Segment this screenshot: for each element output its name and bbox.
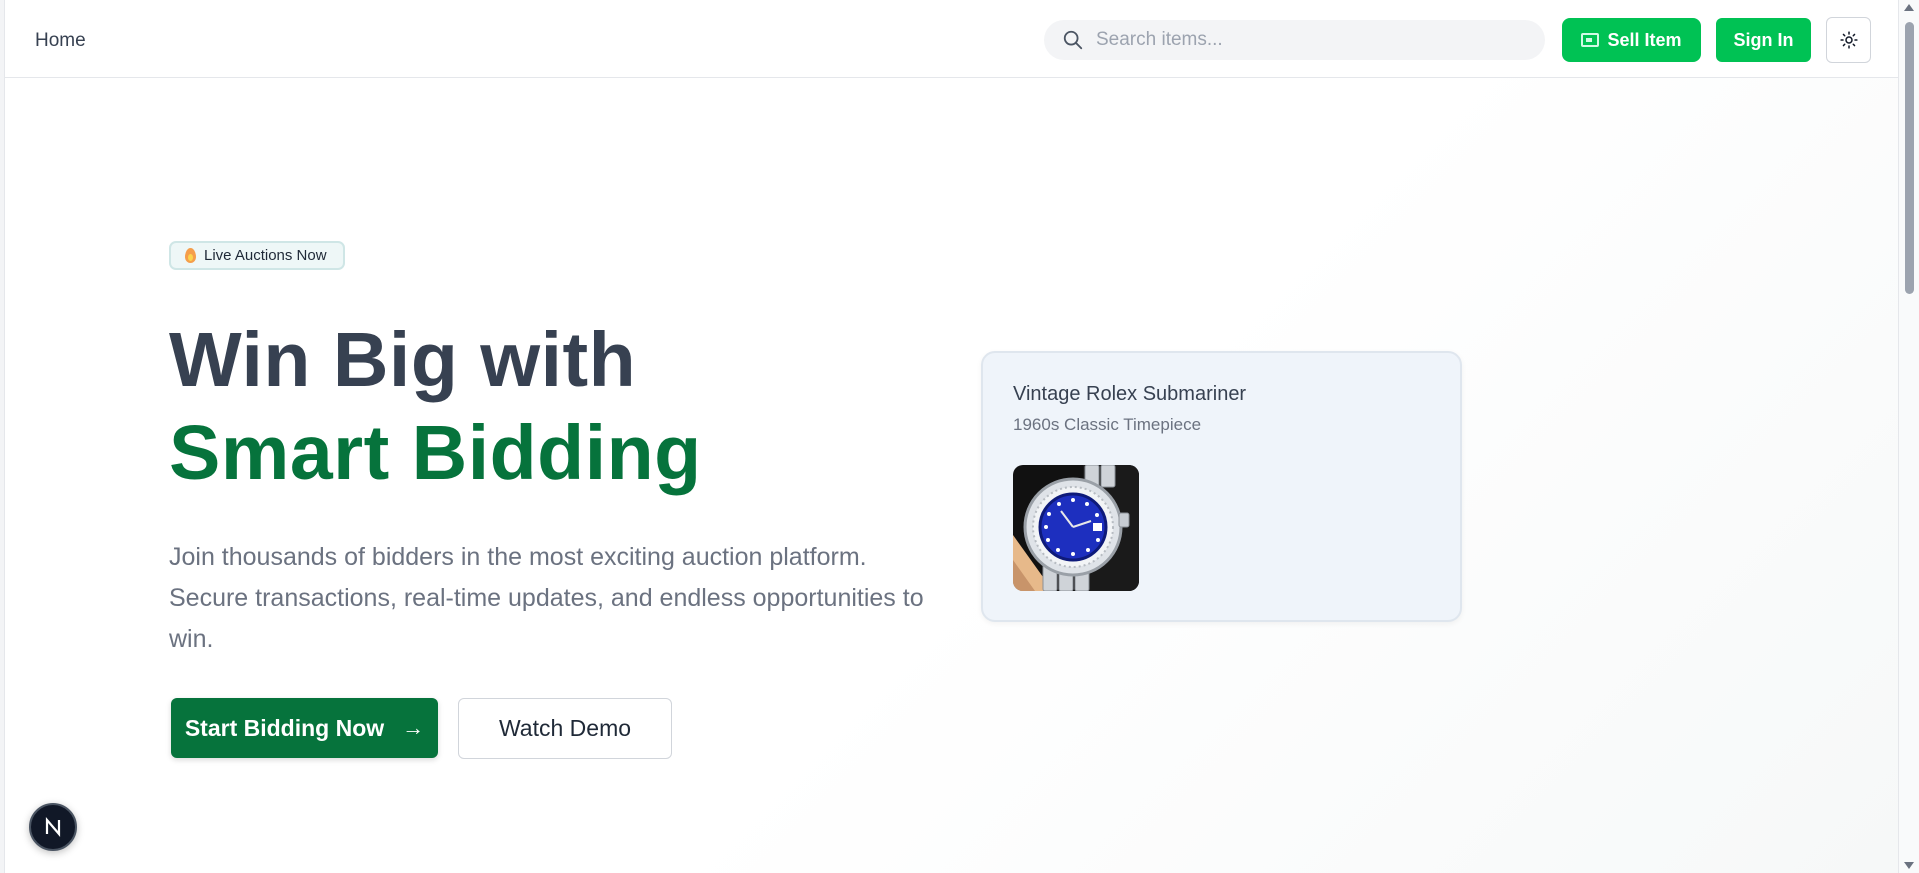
- card-title: Vintage Rolex Submariner: [1013, 383, 1247, 405]
- watch-image: [1013, 465, 1139, 591]
- live-auctions-badge: Live Auctions Now: [169, 241, 345, 270]
- scroll-down-arrow[interactable]: [1904, 862, 1914, 869]
- nav-home-link[interactable]: Home: [35, 30, 86, 52]
- window-edge: [0, 0, 5, 873]
- next-dev-badge[interactable]: [29, 803, 77, 851]
- vertical-scrollbar[interactable]: [1898, 0, 1919, 873]
- scroll-thumb[interactable]: [1905, 22, 1914, 294]
- start-bidding-label: Start Bidding Now: [184, 714, 385, 741]
- hero-headline-line1: Win Big with: [169, 317, 637, 403]
- sign-in-button[interactable]: Sign In: [1716, 18, 1811, 62]
- sell-icon: [1581, 33, 1600, 47]
- arrow-right-icon: →: [402, 715, 425, 740]
- search-bar[interactable]: [1044, 20, 1545, 60]
- hero-headline-line2: Smart Bidding: [169, 410, 702, 496]
- featured-item-card[interactable]: Vintage Rolex Submariner 1960s Classic T…: [981, 351, 1462, 622]
- theme-toggle-button[interactable]: [1826, 17, 1871, 63]
- fire-icon: [185, 248, 196, 263]
- watch-thumbnail[interactable]: [1013, 465, 1139, 591]
- page: Home Sell Item Sign In: [0, 0, 1919, 873]
- hero-subtext: Join thousands of bidders in the most ex…: [169, 543, 924, 653]
- sell-item-label: Sell Item: [1607, 29, 1682, 50]
- badge-label: Live Auctions Now: [204, 247, 327, 264]
- search-icon: [1063, 30, 1083, 50]
- sell-item-button[interactable]: Sell Item: [1562, 18, 1701, 62]
- search-input[interactable]: [1096, 20, 1526, 60]
- start-bidding-button[interactable]: Start Bidding Now →: [171, 698, 438, 758]
- sun-icon: [1839, 31, 1858, 49]
- next-logo-icon: [45, 817, 61, 837]
- watch-demo-button[interactable]: Watch Demo: [458, 698, 672, 759]
- top-nav: Home Sell Item Sign In: [5, 0, 1898, 78]
- card-subtitle: 1960s Classic Timepiece: [1013, 415, 1202, 434]
- scroll-up-arrow[interactable]: [1904, 4, 1914, 11]
